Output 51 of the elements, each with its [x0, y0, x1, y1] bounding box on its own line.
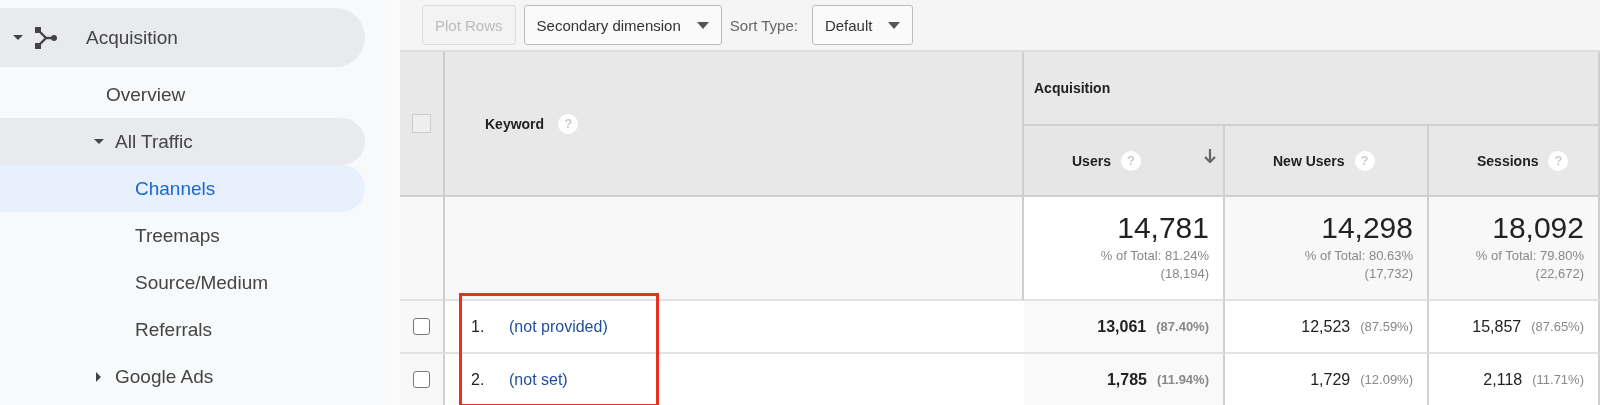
metric-percent: (87.40%)	[1156, 319, 1209, 334]
header-cell[interactable]: Users ?	[1024, 126, 1225, 197]
total-value: 14,298	[1321, 211, 1413, 245]
total-value: 18,092	[1492, 211, 1584, 245]
metric-percent: (12.09%)	[1360, 372, 1413, 387]
nav-item[interactable]: Source/Medium	[0, 259, 365, 306]
metric-percent: (87.59%)	[1360, 319, 1413, 334]
metric-value: 13,061	[1097, 317, 1147, 336]
branch-icon	[34, 25, 58, 50]
caret-down-icon	[696, 21, 709, 29]
metric-percent: (11.94%)	[1156, 372, 1209, 387]
sort-type-label: Sort Type:	[729, 16, 798, 34]
column-header: Keyword	[485, 115, 545, 132]
metric-value: 12,523	[1301, 317, 1351, 336]
keyword-link[interactable]: (not provided)	[509, 317, 608, 336]
metric-percent: (11.71%)	[1532, 372, 1584, 387]
header-cell[interactable]: Sessions ?	[1429, 126, 1600, 197]
row-number: 2.	[471, 370, 486, 389]
nav-item[interactable]: Google Ads	[0, 353, 365, 400]
nav-item[interactable]: All Traffic	[0, 118, 365, 165]
nav-item[interactable]: Overview	[0, 71, 365, 118]
checkbox[interactable]	[412, 114, 431, 133]
total-share: % of Total: 81.24%	[1100, 247, 1209, 265]
header-cell[interactable]: New Users ?	[1225, 126, 1429, 197]
sort-type-dropdown[interactable]: Default	[811, 5, 914, 45]
metric-percent: (87.65%)	[1531, 319, 1584, 334]
column-header[interactable]: New Users	[1273, 152, 1345, 169]
checkbox[interactable]	[413, 371, 430, 388]
column-group-header: Acquisition	[1024, 52, 1600, 126]
metric-value: 2,118	[1483, 370, 1523, 389]
metric-value: 1,785	[1106, 370, 1147, 389]
column-header[interactable]: Sessions	[1477, 152, 1539, 169]
sort-arrow-icon	[1203, 148, 1217, 164]
caret-down-icon	[888, 21, 901, 29]
total-count: (22,672)	[1535, 265, 1584, 283]
nav-item[interactable]: Channels	[0, 165, 365, 212]
nav-item[interactable]: Referrals	[0, 306, 365, 353]
total-count: (17,732)	[1364, 265, 1413, 283]
total-share: % of Total: 79.80%	[1475, 247, 1584, 265]
metric-value: 1,729	[1310, 370, 1351, 389]
nav-item[interactable]: Acquisition	[0, 8, 365, 67]
checkbox[interactable]	[413, 318, 430, 335]
total-count: (18,194)	[1160, 265, 1209, 283]
total-value: 14,781	[1117, 211, 1209, 245]
total-share: % of Total: 80.63%	[1304, 247, 1413, 265]
secondary-dimension-dropdown[interactable]: Secondary dimension	[523, 5, 722, 45]
metric-value: 15,857	[1472, 317, 1522, 336]
nav-item[interactable]: Treemaps	[0, 212, 365, 259]
keyword-link[interactable]: (not set)	[509, 370, 568, 389]
column-header[interactable]: Users	[1072, 152, 1111, 169]
row-number: 1.	[471, 317, 486, 336]
